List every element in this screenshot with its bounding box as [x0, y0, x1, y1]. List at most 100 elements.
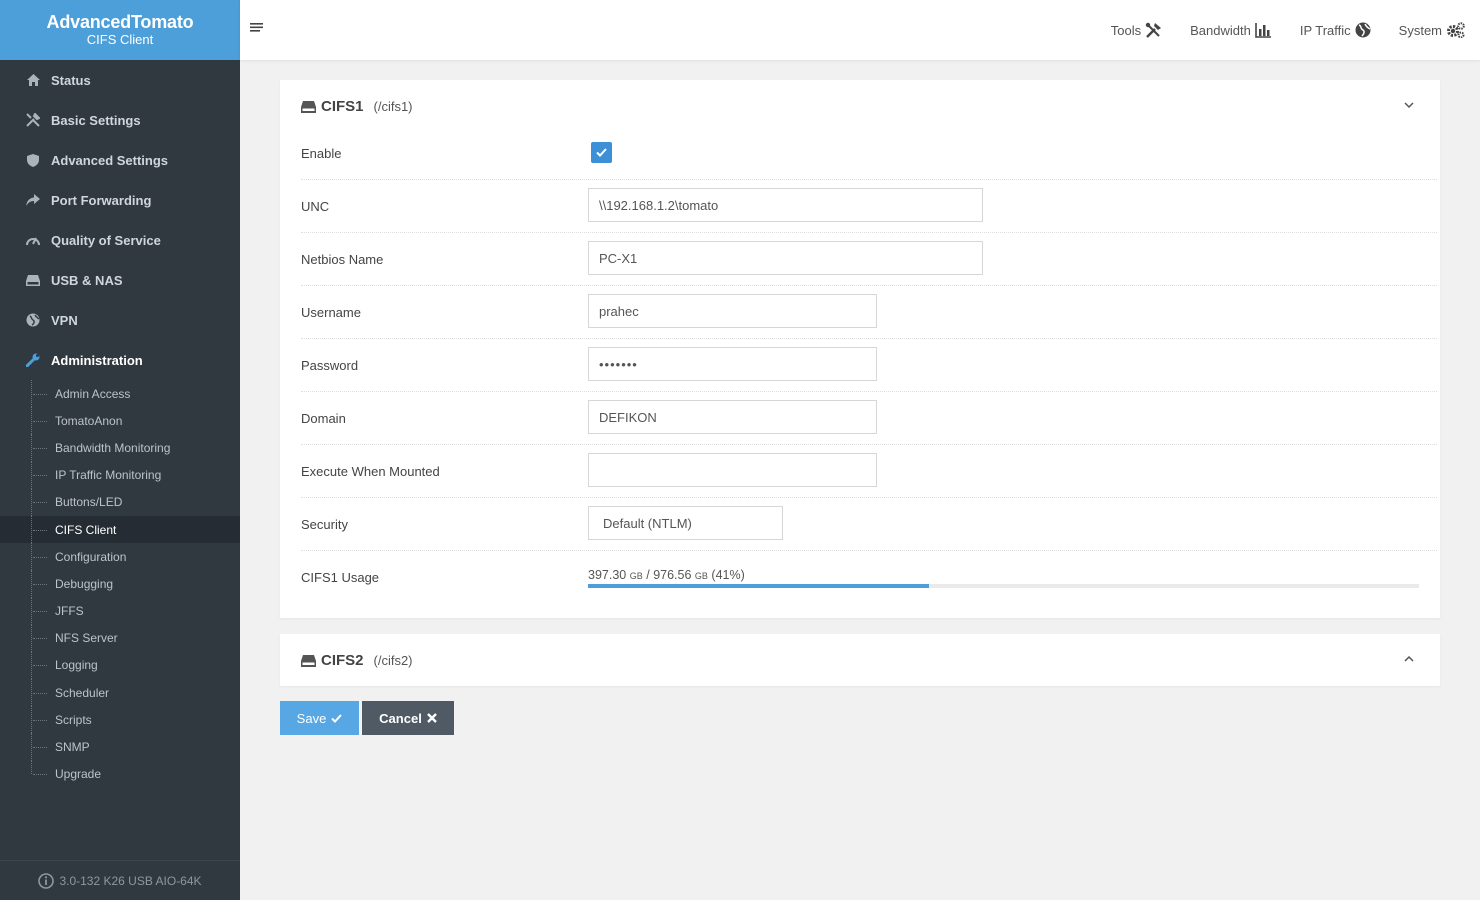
save-button[interactable]: Save [280, 701, 359, 735]
nav-label: Port Forwarding [51, 192, 152, 208]
unc-input[interactable] [588, 188, 983, 222]
nav-item-status[interactable]: Status [0, 60, 240, 100]
subnav-item-configuration[interactable]: Configuration [0, 543, 240, 571]
subnav-item-upgrade[interactable]: Upgrade [0, 760, 240, 788]
gauge-icon [25, 232, 41, 248]
subnav-item-logging[interactable]: Logging [0, 651, 240, 680]
nav-label: Status [51, 72, 91, 88]
top-link-label: System [1398, 22, 1442, 38]
nav-item-basic-settings[interactable]: Basic Settings [0, 100, 240, 140]
close-icon [426, 713, 437, 723]
exec-label: Execute When Mounted [301, 464, 440, 479]
cancel-label: Cancel [379, 710, 422, 726]
usage-total: 976.56 [653, 568, 692, 582]
username-input[interactable] [588, 294, 877, 328]
cifs2-header[interactable]: CIFS2 (/cifs2) [280, 634, 1440, 687]
netbios-input[interactable] [588, 241, 983, 275]
usage-total-unit: GB [694, 571, 708, 581]
domain-row: Domain [301, 392, 1437, 445]
drive-icon [301, 100, 316, 113]
security-select[interactable]: Default (NTLM) [588, 506, 783, 540]
tools-icon [25, 112, 41, 128]
cifs1-title: CIFS1 [321, 98, 364, 115]
subnav-item-nfs-server[interactable]: NFS Server [0, 624, 240, 653]
subnav-item-cifs-client[interactable]: CIFS Client [0, 515, 240, 544]
unc-row: UNC [301, 180, 1437, 233]
password-input[interactable] [588, 347, 877, 381]
share-arrow-icon [25, 192, 41, 208]
brand-subtitle: CIFS Client [86, 32, 154, 47]
enable-checkbox[interactable] [591, 142, 612, 163]
subnav-item-tomatoanon[interactable]: TomatoAnon [0, 407, 240, 435]
top-link-label: IP Traffic [1299, 22, 1351, 38]
top-link-system[interactable]: System [1399, 22, 1466, 38]
subnav-item-admin-access[interactable]: Admin Access [0, 380, 240, 408]
security-row: Security Default (NTLM) [301, 498, 1437, 551]
domain-input[interactable] [588, 400, 877, 434]
usage-progress-fill [588, 584, 929, 588]
netbios-label: Netbios Name [301, 252, 384, 267]
brand-header[interactable]: AdvancedTomato CIFS Client [0, 0, 240, 60]
topbar: Tools Bandwidth IP Traffic System [240, 0, 1480, 60]
nav-label: Administration [51, 352, 143, 368]
usage-used-unit: GB [629, 571, 643, 581]
cifs1-panel: CIFS1 (/cifs1) Enable UNC Netbios Name U… [280, 80, 1440, 618]
admin-subnav: Admin Access TomatoAnon Bandwidth Monito… [0, 380, 240, 788]
usage-percent: (41%) [711, 568, 745, 582]
version-text: 3.0-132 K26 USB AIO-64K [59, 873, 202, 888]
menu-toggle-icon[interactable] [250, 22, 264, 36]
password-row: Password [301, 339, 1437, 392]
usage-used: 397.30 [588, 568, 627, 582]
chevron-up-icon[interactable] [1404, 654, 1414, 664]
enable-row: Enable [301, 127, 1437, 180]
nav-item-vpn[interactable]: VPN [0, 300, 240, 340]
top-link-ip-traffic[interactable]: IP Traffic [1300, 22, 1371, 38]
subnav-item-buttons-led[interactable]: Buttons/LED [0, 488, 240, 517]
username-label: Username [301, 305, 361, 320]
globe-icon [25, 312, 41, 328]
check-icon [596, 148, 607, 157]
usage-label: CIFS1 Usage [301, 570, 380, 585]
drive-icon [25, 272, 41, 288]
subnav-item-ip-traffic-monitoring[interactable]: IP Traffic Monitoring [0, 461, 240, 489]
cifs1-mount-path: (/cifs1) [373, 99, 413, 114]
nav-item-usb-nas[interactable]: USB & NAS [0, 260, 240, 300]
exec-input[interactable] [588, 453, 877, 487]
cancel-button[interactable]: Cancel [362, 701, 454, 735]
usage-row: CIFS1 Usage 397.30 GB / 976.56 GB (41%) [301, 551, 1437, 604]
nav-item-quality-of-service[interactable]: Quality of Service [0, 220, 240, 260]
nav-label: VPN [51, 312, 78, 328]
top-link-tools[interactable]: Tools [1111, 22, 1162, 38]
cifs1-header[interactable]: CIFS1 (/cifs1) [280, 80, 1440, 133]
cifs2-title: CIFS2 [321, 652, 364, 669]
top-link-bandwidth[interactable]: Bandwidth [1190, 22, 1272, 38]
nav-item-advanced-settings[interactable]: Advanced Settings [0, 140, 240, 180]
home-icon [25, 72, 41, 88]
exec-row: Execute When Mounted [301, 445, 1437, 498]
tools-icon [1145, 22, 1162, 38]
wrench-icon [25, 352, 41, 368]
top-link-label: Bandwidth [1190, 22, 1251, 38]
cifs2-mount-path: (/cifs2) [373, 653, 413, 668]
cifs2-panel: CIFS2 (/cifs2) [280, 634, 1440, 686]
top-links: Tools Bandwidth IP Traffic System [1083, 0, 1466, 60]
username-row: Username [301, 286, 1437, 339]
subnav-item-scheduler[interactable]: Scheduler [0, 679, 240, 707]
nav-item-administration[interactable]: Administration [0, 340, 240, 380]
security-label: Security [301, 517, 348, 532]
subnav-item-snmp[interactable]: SNMP [0, 733, 240, 761]
nav-label: Basic Settings [51, 112, 141, 128]
subnav-item-jffs[interactable]: JFFS [0, 597, 240, 625]
sidebar: AdvancedTomato CIFS Client Status Basic … [0, 0, 240, 900]
save-label: Save [296, 710, 327, 726]
chevron-down-icon[interactable] [1404, 100, 1414, 110]
nav-label: USB & NAS [51, 272, 123, 288]
unc-label: UNC [301, 199, 330, 214]
info-icon [38, 872, 55, 889]
nav-label: Quality of Service [51, 232, 161, 248]
subnav-item-bandwidth-monitoring[interactable]: Bandwidth Monitoring [0, 434, 240, 462]
drive-icon [301, 654, 316, 667]
subnav-item-scripts[interactable]: Scripts [0, 706, 240, 734]
nav-item-port-forwarding[interactable]: Port Forwarding [0, 180, 240, 220]
subnav-item-debugging[interactable]: Debugging [0, 570, 240, 598]
